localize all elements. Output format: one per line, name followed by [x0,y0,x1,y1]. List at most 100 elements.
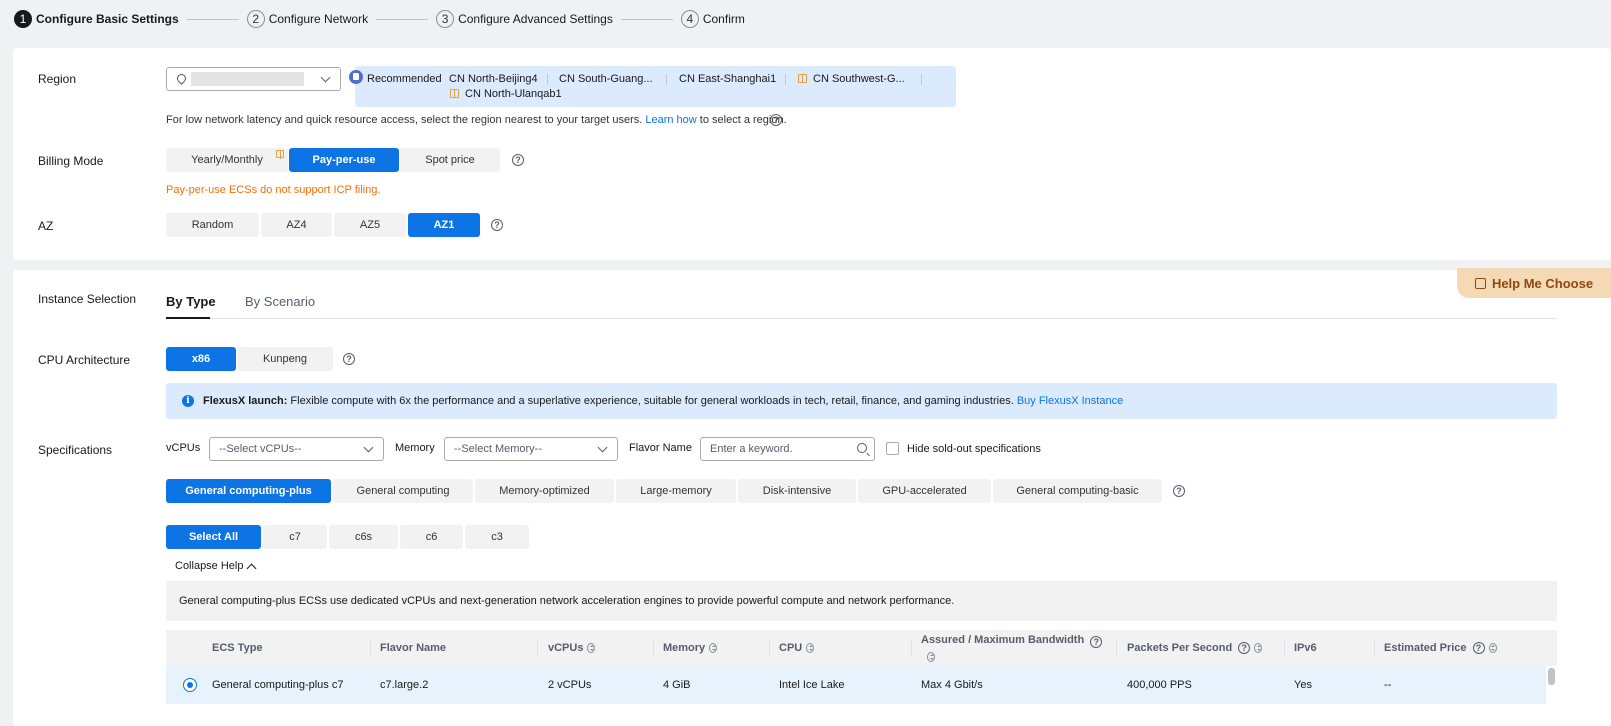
column-header-estimated-price[interactable]: Estimated Price? [1384,630,1497,666]
family-select-all[interactable]: Select All [166,525,261,549]
sort-icon[interactable] [1254,643,1263,653]
cpu-x86-button[interactable]: x86 [166,347,236,371]
family-c3[interactable]: c3 [465,525,529,549]
cell-estimated-price: -- [1384,679,1392,691]
cell-pps: 400,000 PPS [1127,679,1192,691]
step-divider [376,18,429,20]
category-large-memory[interactable]: Large-memory [616,479,736,503]
column-header-bandwidth-label: Assured / Maximum Bandwidth? [921,634,1103,648]
flavor-search-input[interactable]: Enter a keyword. [700,437,875,461]
region-selected-value [191,72,304,86]
category-general-computing-basic[interactable]: General computing-basic [993,479,1162,503]
hide-soldout-checkbox[interactable] [886,442,899,455]
column-header-pps-label: Packets Per Second [1127,642,1233,654]
help-icon[interactable]: ? [1090,636,1103,648]
buy-flexusx-link[interactable]: Buy FlexusX Instance [1017,395,1123,407]
vcpus-select[interactable]: --Select vCPUs-- [209,437,384,461]
column-header-bandwidth[interactable]: Assured / Maximum Bandwidth? [921,630,1103,666]
tab-by-type[interactable]: By Type [166,294,216,309]
column-separator [769,639,770,657]
cpu-kunpeng-button[interactable]: Kunpeng [237,347,333,371]
column-header-cpu-label: CPU [779,642,803,654]
sort-icon[interactable] [1488,643,1497,653]
sort-icon[interactable] [587,643,596,653]
column-header-cpu[interactable]: CPU [779,630,815,666]
memory-select[interactable]: --Select Memory-- [444,437,618,461]
active-tab-indicator [166,317,210,319]
table-scrollbar[interactable] [1548,668,1555,685]
help-icon[interactable]: ? [1238,642,1251,654]
learn-how-link[interactable]: Learn how [645,114,696,126]
cell-cpu: Intel Ice Lake [779,679,845,691]
table-row[interactable]: General computing-plus c7 c7.large.2 2 v… [166,666,1546,704]
flexus-title: FlexusX launch: [203,395,288,407]
family-c6s[interactable]: c6s [329,525,398,549]
cursor-icon [1474,277,1486,289]
column-header-memory[interactable]: Memory [663,630,718,666]
help-icon[interactable]: ? [1173,485,1185,497]
billing-pay-per-use-button[interactable]: Pay-per-use [289,148,399,172]
cell-vcpus: 2 vCPUs [548,679,592,691]
family-c6[interactable]: c6 [400,525,463,549]
help-icon[interactable]: ? [512,154,524,166]
help-icon[interactable]: ? [491,219,503,231]
chevron-down-icon [320,72,331,83]
category-disk-intensive[interactable]: Disk-intensive [738,479,856,503]
region-option-ulanqab1[interactable]: CN North-Ulanqab1 [465,88,562,100]
separator [921,74,922,85]
sort-icon[interactable] [927,652,935,662]
memory-placeholder: --Select Memory-- [454,443,543,455]
column-header-ipv6: IPv6 [1294,642,1317,654]
region-select[interactable] [166,67,341,91]
region-option-shanghai1[interactable]: CN East-Shanghai1 [679,73,776,85]
region-label: Region [38,72,77,86]
help-me-choose-button[interactable]: Help Me Choose [1457,268,1611,298]
az-az4-button[interactable]: AZ4 [261,213,332,237]
family-c7[interactable]: c7 [263,525,327,549]
column-header-vcpus[interactable]: vCPUs [548,630,596,666]
billing-yearly-monthly-button[interactable]: Yearly/Monthly [166,148,288,172]
tab-by-scenario[interactable]: By Scenario [245,294,315,309]
search-icon[interactable] [857,443,867,453]
step-advanced-settings[interactable]: 3 Configure Advanced Settings [436,10,613,28]
column-header-pps[interactable]: Packets Per Second? [1127,630,1263,666]
help-icon[interactable]: ? [770,114,782,126]
collapse-help-toggle[interactable]: Collapse Help [175,560,257,573]
step-number: 3 [436,10,455,28]
basic-settings-panel: Region Recommended CN North-Beijing4 CN … [13,48,1611,260]
az-random-button[interactable]: Random [166,213,259,237]
row-radio-selected[interactable] [183,678,197,692]
sort-icon[interactable] [806,643,815,653]
category-general-computing[interactable]: General computing [333,479,473,503]
help-icon[interactable]: ? [343,353,355,365]
chevron-up-icon [247,563,257,573]
column-separator [1116,639,1117,657]
cell-ecs-type: General computing-plus c7 [212,679,344,691]
category-memory-optimized[interactable]: Memory-optimized [475,479,614,503]
gift-icon [798,74,807,83]
step-confirm[interactable]: 4 Confirm [680,10,745,28]
region-option-beijing4[interactable]: CN North-Beijing4 [449,73,538,85]
help-icon[interactable]: ? [1472,642,1485,654]
sort-icon[interactable] [709,643,718,653]
region-option-guangzhou[interactable]: CN South-Guang... [559,73,653,85]
column-header-price-label: Estimated Price [1384,642,1467,654]
billing-spot-price-button[interactable]: Spot price [400,148,500,172]
az-az5-button[interactable]: AZ5 [334,213,406,237]
separator [666,74,667,85]
column-separator [653,639,654,657]
step-number: 2 [246,10,265,28]
region-option-southwest[interactable]: CN Southwest-G... [813,73,905,85]
category-gpu-accelerated[interactable]: GPU-accelerated [858,479,991,503]
category-general-computing-plus[interactable]: General computing-plus [166,479,331,503]
step-basic-settings[interactable]: 1 Configure Basic Settings [14,10,179,28]
step-network[interactable]: 2 Configure Network [246,10,368,28]
step-number: 4 [680,10,699,28]
table-header: ECS Type Flavor Name vCPUs Memory CPU As… [166,630,1557,666]
separator [547,74,548,85]
az-az1-button[interactable]: AZ1 [408,213,480,237]
tab-divider [166,318,1557,319]
vcpus-placeholder: --Select vCPUs-- [219,443,302,455]
hide-soldout-label: Hide sold-out specifications [907,443,1041,455]
step-divider [186,18,239,20]
